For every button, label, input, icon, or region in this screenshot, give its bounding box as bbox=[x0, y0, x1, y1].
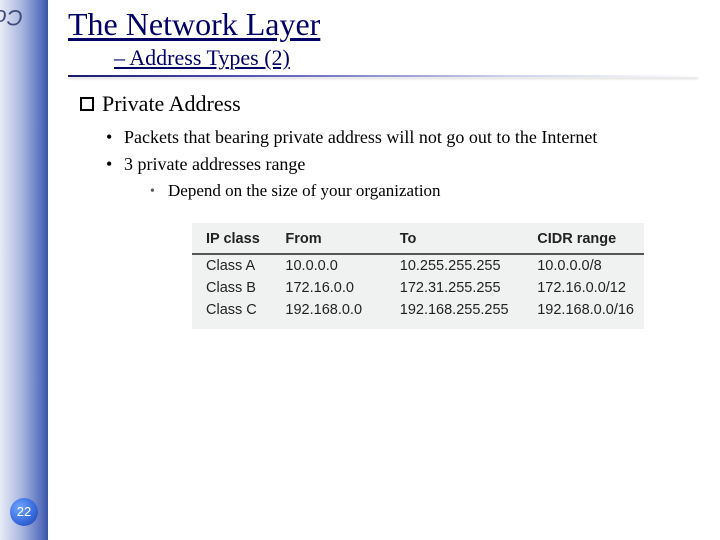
bullet-list: Packets that bearing private address wil… bbox=[110, 127, 712, 201]
cell-cidr: 192.168.0.0/16 bbox=[523, 299, 644, 321]
table-header-row: IP class From To CIDR range bbox=[192, 227, 644, 254]
section-heading: Private Address bbox=[80, 91, 712, 117]
sidebar: Computer Center, CS, NCTU 22 bbox=[0, 0, 48, 540]
slide-subtitle: – Address Types (2) bbox=[114, 45, 712, 71]
col-header-ipclass: IP class bbox=[192, 227, 271, 254]
cell-to: 172.31.255.255 bbox=[386, 277, 523, 299]
cell-to: 10.255.255.255 bbox=[386, 254, 523, 277]
private-address-table: IP class From To CIDR range Class A 10.0… bbox=[192, 227, 644, 321]
table-row: Class C 192.168.0.0 192.168.255.255 192.… bbox=[192, 299, 644, 321]
col-header-from: From bbox=[271, 227, 385, 254]
org-label-wrap: Computer Center, CS, NCTU bbox=[1, 2, 27, 322]
title-divider bbox=[68, 75, 698, 77]
bullet-text: Packets that bearing private address wil… bbox=[124, 127, 597, 147]
page-number-badge: 22 bbox=[10, 498, 38, 526]
cell-from: 192.168.0.0 bbox=[271, 299, 385, 321]
cell-from: 172.16.0.0 bbox=[271, 277, 385, 299]
col-header-to: To bbox=[386, 227, 523, 254]
section-heading-text: Private Address bbox=[102, 91, 241, 116]
square-bullet-icon bbox=[80, 97, 94, 111]
bullet-text: 3 private addresses range bbox=[124, 154, 305, 174]
table-row: Class B 172.16.0.0 172.31.255.255 172.16… bbox=[192, 277, 644, 299]
table-row: Class A 10.0.0.0 10.255.255.255 10.0.0.0… bbox=[192, 254, 644, 277]
slide-content: The Network Layer – Address Types (2) Pr… bbox=[62, 0, 712, 540]
cell-cidr: 172.16.0.0/12 bbox=[523, 277, 644, 299]
cell-ipclass: Class C bbox=[192, 299, 271, 321]
list-item: 3 private addresses range Depend on the … bbox=[110, 154, 712, 201]
cell-to: 192.168.255.255 bbox=[386, 299, 523, 321]
col-header-cidr: CIDR range bbox=[523, 227, 644, 254]
sub-list-item: Depend on the size of your organization bbox=[154, 181, 712, 201]
org-label: Computer Center, CS, NCTU bbox=[0, 4, 23, 30]
cell-from: 10.0.0.0 bbox=[271, 254, 385, 277]
cell-ipclass: Class A bbox=[192, 254, 271, 277]
cell-ipclass: Class B bbox=[192, 277, 271, 299]
private-address-table-wrap: IP class From To CIDR range Class A 10.0… bbox=[192, 223, 644, 329]
list-item: Packets that bearing private address wil… bbox=[110, 127, 712, 148]
sub-list: Depend on the size of your organization bbox=[154, 181, 712, 201]
body: Private Address Packets that bearing pri… bbox=[80, 91, 712, 329]
slide-title: The Network Layer bbox=[68, 6, 712, 43]
sub-bullet-text: Depend on the size of your organization bbox=[168, 181, 441, 200]
cell-cidr: 10.0.0.0/8 bbox=[523, 254, 644, 277]
